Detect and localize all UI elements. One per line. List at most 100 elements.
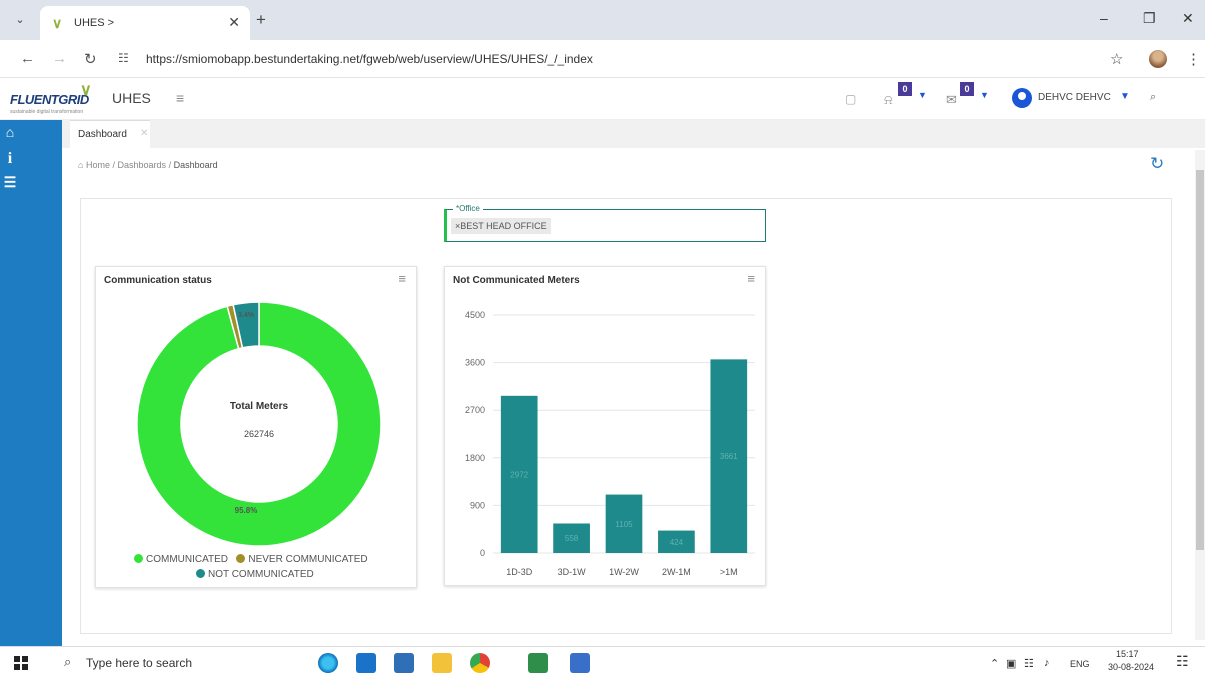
tab-search-icon[interactable]: ⌄	[10, 10, 30, 30]
back-arrow-icon[interactable]: ←	[20, 50, 35, 67]
breadcrumb-separator: /	[168, 160, 172, 170]
bar-data-label: 2972	[510, 470, 528, 479]
legend-item-never-communicated[interactable]: NEVER COMMUNICATED	[236, 554, 368, 565]
tray-chevron-icon[interactable]: ⌃	[990, 657, 999, 670]
message-icon[interactable]: ✉	[946, 92, 957, 108]
fluentgrid-logo-mark-icon: ∨	[80, 82, 92, 99]
sidebar: ⌂ i ☰	[0, 120, 62, 646]
browser-tab[interactable]: ∨ UHES > ✕	[40, 6, 250, 40]
file-explorer-icon[interactable]	[432, 653, 452, 673]
tab-dashboard-label: Dashboard	[78, 129, 127, 140]
communication-status-card: Communication status ≡ Total Meters 2627…	[95, 266, 417, 588]
not-communicated-meters-card: Not Communicated Meters ≡ 0 900 1800 2700 36…	[444, 266, 766, 586]
bar-data-label: 3661	[720, 452, 738, 461]
donut-center-value: 262746	[244, 429, 274, 439]
browser-tab-bar: ⌄ ∨ UHES > ✕ + – ❐ ✕	[0, 0, 1205, 40]
communicated-data-label: 95.8%	[235, 506, 258, 515]
clock-date[interactable]: 30-08-2024	[1108, 662, 1154, 672]
notifications-dropdown-caret-icon[interactable]: ▼	[918, 90, 927, 100]
user-name[interactable]: DEHVC DEHVC	[1038, 92, 1111, 103]
excel-icon[interactable]	[528, 653, 548, 673]
network-icon[interactable]: ☷	[1024, 657, 1034, 670]
bar-data-label: 424	[670, 538, 684, 547]
volume-icon[interactable]: ♪	[1044, 657, 1050, 669]
info-icon[interactable]: i	[0, 150, 20, 168]
logo-tagline: sustainable digital transformation	[10, 109, 84, 115]
legend-dot-communicated	[134, 554, 143, 563]
legend-label-not-communicated: NOT COMMUNICATED	[208, 569, 314, 580]
browser-menu-icon[interactable]: ⋮	[1186, 50, 1201, 68]
edge-browser-icon[interactable]	[318, 653, 338, 673]
office-select[interactable]: *Office ×BEST HEAD OFFICE	[444, 204, 766, 242]
breadcrumb-dashboards[interactable]: Dashboards	[118, 160, 167, 170]
site-settings-icon[interactable]: ☷	[118, 51, 129, 65]
y-tick-label: 900	[470, 500, 485, 510]
user-avatar-icon[interactable]	[1012, 88, 1032, 108]
taskbar-search-input[interactable]: Type here to search	[86, 656, 192, 670]
messages-dropdown-caret-icon[interactable]: ▼	[980, 90, 989, 100]
page-scrollbar[interactable]	[1195, 150, 1205, 640]
breadcrumb-home[interactable]: Home	[86, 160, 110, 170]
communication-donut-chart: Total Meters 262746 95.8% 3.4%	[136, 301, 382, 547]
clock-time[interactable]: 15:17	[1116, 649, 1139, 659]
fullscreen-icon[interactable]: ▢	[845, 92, 856, 106]
x-tick-label: 2W-1M	[662, 567, 691, 577]
legend-item-communicated[interactable]: COMMUNICATED	[134, 554, 228, 565]
legend-item-not-communicated[interactable]: NOT COMMUNICATED	[196, 569, 314, 580]
x-tick-label: 1W-2W	[609, 567, 639, 577]
tab-dashboard[interactable]: Dashboard ✕	[70, 120, 150, 148]
office-chip[interactable]: ×BEST HEAD OFFICE	[451, 218, 551, 234]
search-icon[interactable]: ⌕	[1150, 91, 1156, 104]
bar-data-label: 558	[565, 534, 579, 543]
y-tick-label: 0	[480, 548, 485, 558]
profile-avatar[interactable]	[1149, 50, 1167, 68]
menu-toggle-icon[interactable]: ≡	[176, 90, 184, 106]
refresh-icon[interactable]: ↻	[1150, 154, 1164, 174]
restore-window-button[interactable]: ❐	[1143, 10, 1156, 27]
fluentgrid-favicon-icon: ∨	[52, 15, 63, 31]
minimize-window-button[interactable]: –	[1100, 10, 1108, 26]
link-icon[interactable]: ☰	[0, 174, 20, 191]
app-header: FLUENTGRID ∨ sustainable digital transfo…	[0, 78, 1205, 120]
chrome-icon[interactable]	[470, 653, 490, 673]
office-label: *Office	[453, 204, 483, 213]
forward-arrow-icon[interactable]: →	[52, 50, 67, 67]
address-url[interactable]: https://smiomobapp.bestundertaking.net/f…	[146, 52, 593, 66]
close-window-button[interactable]: ✕	[1182, 10, 1194, 27]
scrollbar-thumb[interactable]	[1196, 170, 1204, 550]
calculator-icon[interactable]	[394, 653, 414, 673]
messages-count-badge: 0	[960, 82, 974, 96]
close-icon[interactable]: ✕	[140, 128, 148, 139]
language-indicator[interactable]: ENG	[1070, 659, 1090, 669]
home-outline-icon[interactable]: ⌂	[78, 160, 83, 170]
windows-start-icon[interactable]	[14, 656, 28, 670]
office-chip-value: BEST HEAD OFFICE	[460, 221, 547, 231]
not-communicated-data-label: 3.4%	[238, 312, 255, 319]
app-title: UHES	[112, 90, 151, 106]
new-tab-button[interactable]: +	[256, 10, 266, 30]
home-icon[interactable]: ⌂	[0, 124, 20, 140]
address-bar[interactable]: ☷ https://smiomobapp.bestundertaking.net…	[110, 46, 1140, 72]
x-tick-label: 3D-1W	[558, 567, 587, 577]
mail-icon[interactable]	[356, 653, 376, 673]
notification-center-icon[interactable]: ☷	[1176, 653, 1189, 670]
bookmark-star-icon[interactable]: ☆	[1110, 50, 1123, 68]
page-tab-strip: Dashboard ✕	[62, 120, 1205, 148]
legend-row: COMMUNICATED NEVER COMMUNICATED	[134, 554, 368, 565]
reload-icon[interactable]: ↻	[84, 50, 97, 68]
fluentgrid-logo: FLUENTGRID	[10, 92, 89, 107]
x-tick-label: 1D-3D	[506, 567, 533, 577]
tray-app-icon[interactable]: ▣	[1006, 657, 1016, 670]
search-icon[interactable]: ⌕	[64, 654, 71, 670]
bar-data-label: 1105	[615, 520, 633, 529]
y-tick-label: 1800	[465, 453, 485, 463]
y-tick-label: 4500	[465, 310, 485, 320]
close-tab-icon[interactable]: ✕	[228, 14, 240, 31]
user-dropdown-caret-icon[interactable]: ▼	[1120, 91, 1130, 102]
donut-center-title: Total Meters	[230, 401, 289, 412]
legend-label-communicated: COMMUNICATED	[146, 554, 229, 565]
legend-dot-never-communicated	[236, 554, 246, 563]
bell-icon[interactable]: ⍾	[884, 92, 893, 108]
remote-desktop-icon[interactable]	[570, 653, 590, 673]
browser-tab-title: UHES >	[74, 17, 115, 29]
